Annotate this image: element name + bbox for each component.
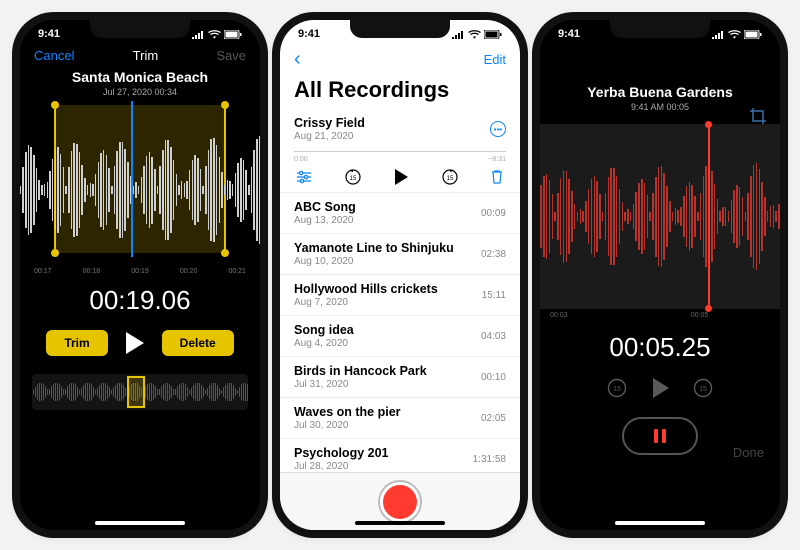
scrubber-labels: 0:00 −8:31 bbox=[280, 156, 520, 166]
play-icon[interactable] bbox=[650, 377, 670, 399]
skip-back-icon[interactable]: 15 bbox=[344, 168, 362, 186]
home-indicator[interactable] bbox=[355, 521, 445, 525]
status-time: 9:41 bbox=[38, 28, 60, 40]
recording-duration: 02:05 bbox=[481, 413, 506, 424]
recording-duration: 00:09 bbox=[481, 208, 506, 219]
list-item[interactable]: Birds in Hancock ParkJul 31, 2020 00:10 bbox=[280, 357, 520, 398]
nav-title: Trim bbox=[133, 48, 159, 63]
trim-button[interactable]: Trim bbox=[46, 330, 107, 356]
skip-back-icon[interactable]: 15 bbox=[606, 377, 628, 399]
recording-name: Hollywood Hills crickets bbox=[294, 282, 438, 296]
status-icons bbox=[191, 30, 242, 39]
player-controls: 15 15 bbox=[280, 166, 520, 192]
recording-subtitle: 9:41 AM 00:05 bbox=[631, 102, 689, 112]
cancel-button[interactable]: Cancel bbox=[34, 48, 74, 63]
svg-text:15: 15 bbox=[349, 176, 356, 182]
home-indicator[interactable] bbox=[615, 521, 705, 525]
home-indicator[interactable] bbox=[95, 521, 185, 525]
svg-text:15: 15 bbox=[446, 176, 453, 182]
recording-date: Aug 21, 2020 bbox=[294, 131, 365, 142]
status-time: 9:41 bbox=[558, 28, 580, 40]
more-icon[interactable]: ••• bbox=[490, 121, 506, 137]
scrubber[interactable] bbox=[294, 151, 506, 152]
status-icons bbox=[711, 30, 762, 39]
recording-duration: 02:38 bbox=[481, 249, 506, 260]
recording-name: ABC Song bbox=[294, 200, 356, 214]
recording-date: Jul 28, 2020 bbox=[294, 461, 389, 472]
options-icon[interactable] bbox=[296, 170, 312, 184]
list-item[interactable]: Song ideaAug 4, 2020 04:03 bbox=[280, 316, 520, 357]
recording-header: Santa Monica Beach Jul 27, 2020 00:34 bbox=[20, 69, 260, 97]
wifi-icon bbox=[208, 30, 221, 39]
battery-icon bbox=[224, 30, 242, 39]
pause-button[interactable] bbox=[622, 417, 698, 455]
recording-duration: 15:11 bbox=[482, 290, 506, 301]
recording-duration: 00:10 bbox=[481, 372, 506, 383]
notch bbox=[350, 20, 450, 38]
recording-date: Aug 4, 2020 bbox=[294, 338, 354, 349]
svg-text:15: 15 bbox=[613, 386, 621, 393]
controls-row: Trim Delete bbox=[20, 330, 260, 356]
recording-name: Yamanote Line to Shinjuku bbox=[294, 241, 454, 255]
overview-selection[interactable] bbox=[127, 376, 145, 408]
svg-text:15: 15 bbox=[699, 386, 707, 393]
status-time: 9:41 bbox=[298, 28, 320, 40]
time-display: 00:19.06 bbox=[20, 285, 260, 316]
phone-recording: 9:41 Yerba Buena Gardens 9:41 AM 00:05 0… bbox=[540, 20, 780, 530]
controls-row: 15 15 bbox=[540, 377, 780, 399]
phone-trim: 9:41 Cancel Trim Save Santa Monica Beach… bbox=[20, 20, 260, 530]
time-axis: 00:1700:1800:1900:2000:21 bbox=[32, 268, 248, 275]
done-button[interactable]: Done bbox=[733, 445, 764, 460]
recording-name: Psychology 201 bbox=[294, 446, 389, 460]
save-button: Save bbox=[216, 48, 246, 63]
recording-subtitle: Jul 27, 2020 00:34 bbox=[20, 87, 260, 97]
overview-strip[interactable] bbox=[32, 374, 248, 410]
skip-fwd-icon[interactable]: 15 bbox=[441, 168, 459, 186]
trash-icon[interactable] bbox=[490, 169, 504, 185]
list-item[interactable]: ABC SongAug 13, 2020 00:09 bbox=[280, 193, 520, 234]
recording-duration: 04:03 bbox=[481, 331, 506, 342]
time-display: 00:05.25 bbox=[540, 332, 780, 363]
play-icon[interactable] bbox=[393, 168, 409, 186]
signal-icon bbox=[191, 30, 205, 39]
edit-button[interactable]: Edit bbox=[484, 52, 506, 67]
recording-name: Song idea bbox=[294, 323, 354, 337]
recording-date: Aug 7, 2020 bbox=[294, 297, 438, 308]
record-button[interactable] bbox=[380, 482, 420, 522]
notch bbox=[610, 20, 710, 38]
recording-name: Crissy Field bbox=[294, 116, 365, 130]
list-item[interactable]: Waves on the pierJul 30, 2020 02:05 bbox=[280, 398, 520, 439]
time-axis: 00:0300:05 bbox=[540, 309, 780, 322]
status-icons bbox=[451, 30, 502, 39]
list-item[interactable]: Yamanote Line to ShinjukuAug 10, 2020 02:… bbox=[280, 234, 520, 275]
recording-date: Jul 30, 2020 bbox=[294, 420, 401, 431]
recording-date: Aug 13, 2020 bbox=[294, 215, 356, 226]
recording-name: Waves on the pier bbox=[294, 405, 401, 419]
recording-date: Jul 31, 2020 bbox=[294, 379, 427, 390]
phone-list: 9:41 ‹ Edit All Recordings Crissy Field … bbox=[280, 20, 520, 530]
navbar: ‹ Edit bbox=[280, 44, 520, 75]
page-title: All Recordings bbox=[280, 75, 520, 109]
skip-fwd-icon[interactable]: 15 bbox=[692, 377, 714, 399]
recording-date: Aug 10, 2020 bbox=[294, 256, 454, 267]
notch bbox=[90, 20, 190, 38]
back-button[interactable]: ‹ bbox=[294, 48, 301, 71]
waveform[interactable] bbox=[540, 124, 780, 309]
waveform[interactable]: 00:1700:1800:1900:2000:21 bbox=[32, 105, 248, 275]
recording-title: Santa Monica Beach bbox=[20, 69, 260, 85]
selected-recording[interactable]: Crissy Field Aug 21, 2020 ••• bbox=[280, 109, 520, 149]
recording-duration: 1:31:58 bbox=[473, 454, 506, 465]
recording-header: Yerba Buena Gardens 9:41 AM 00:05 bbox=[540, 44, 780, 116]
recording-name: Birds in Hancock Park bbox=[294, 364, 427, 378]
play-button[interactable] bbox=[126, 332, 144, 354]
navbar: Cancel Trim Save bbox=[20, 44, 260, 67]
list-item[interactable]: Hollywood Hills cricketsAug 7, 2020 15:11 bbox=[280, 275, 520, 316]
delete-button[interactable]: Delete bbox=[162, 330, 234, 356]
crop-icon[interactable] bbox=[750, 108, 766, 124]
recording-title: Yerba Buena Gardens bbox=[587, 84, 733, 100]
playhead[interactable] bbox=[708, 124, 710, 309]
